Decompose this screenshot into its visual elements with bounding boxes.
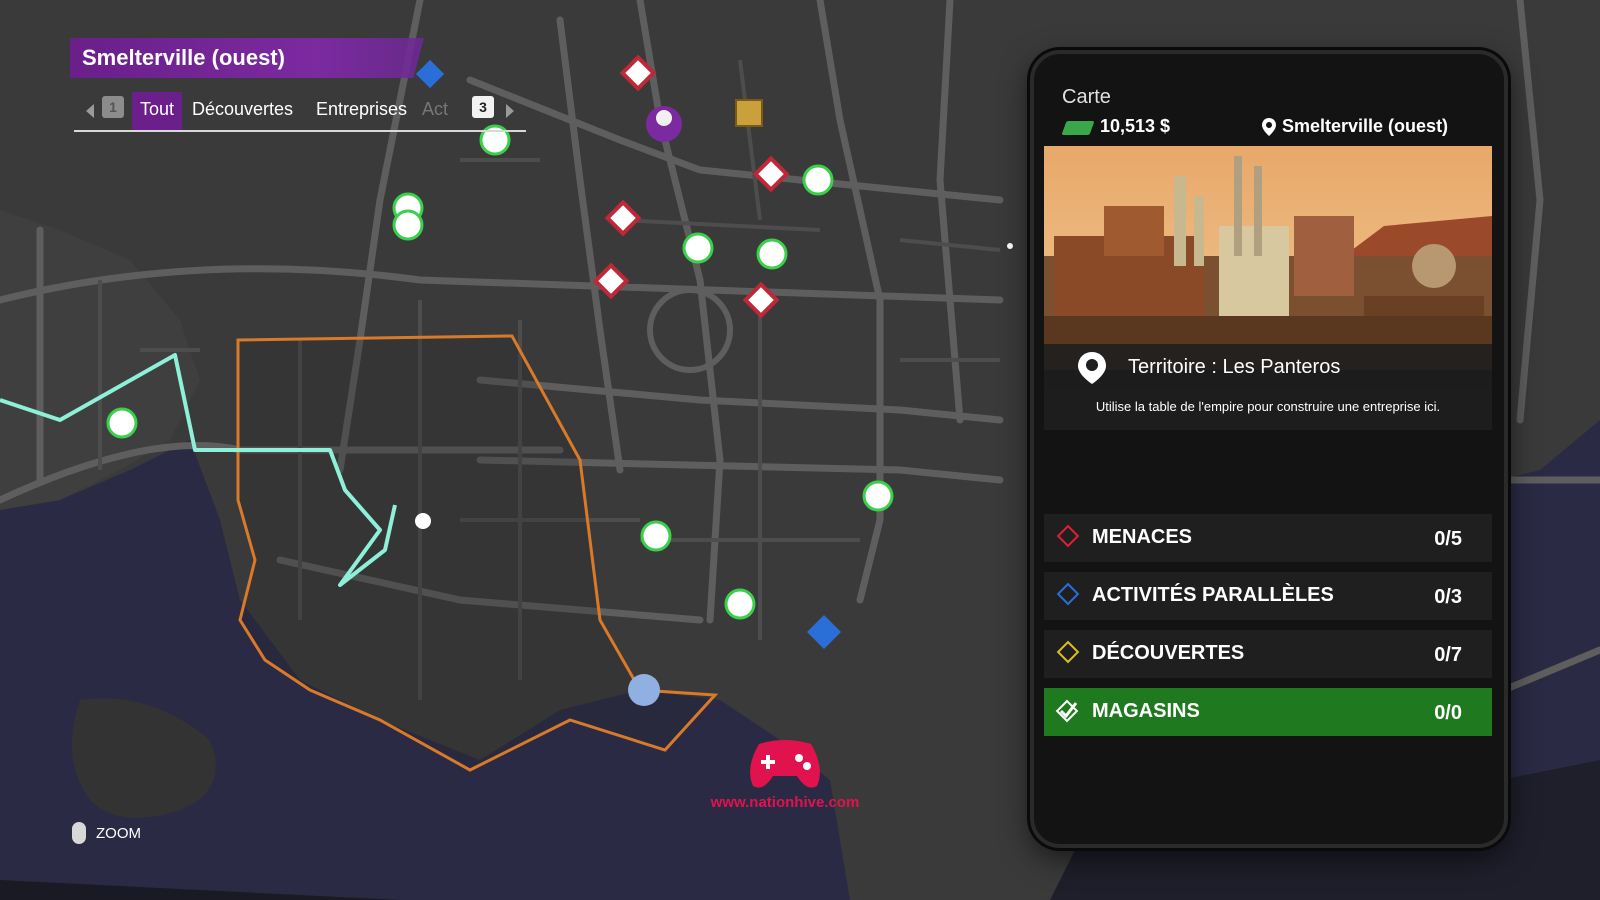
zoom-label: ZOOM [96, 825, 141, 842]
cash-row: 10,513 $ Smelterville (ouest) [1061, 114, 1494, 140]
stat-magasins[interactable]: MAGASINS 0/0 [1044, 688, 1492, 736]
watermark: www.nationhive.com [690, 738, 880, 818]
tab-entreprises[interactable]: Entreprises [308, 92, 415, 130]
blue-diamond-icon [1056, 582, 1080, 606]
panel-title: Carte [1062, 86, 1111, 108]
check-diamond-icon [1055, 699, 1079, 723]
stat-label: ACTIVITÉS PARALLÈLES [1092, 584, 1334, 606]
district-title: Smelterville (ouest) [70, 38, 424, 78]
territory-name: Territoire : Les Panteros [1128, 356, 1341, 378]
yellow-diamond-icon [1056, 640, 1080, 664]
stat-decouvertes[interactable]: DÉCOUVERTES 0/7 [1044, 630, 1492, 678]
territory-description: Utilise la table de l'empire pour constr… [1044, 390, 1492, 430]
stat-label: MENACES [1092, 526, 1193, 548]
tab-tout[interactable]: Tout [132, 92, 183, 130]
location-photo [1044, 146, 1492, 370]
cash-icon [1061, 121, 1095, 135]
red-diamond-icon [1056, 524, 1080, 548]
mouse-icon [72, 822, 86, 844]
tab-activites[interactable]: Act [418, 92, 454, 130]
next-tab-key[interactable]: 3 [472, 96, 494, 118]
stat-value: 0/7 [1434, 644, 1462, 666]
stat-label: DÉCOUVERTES [1092, 642, 1245, 664]
location-pin-icon [1262, 118, 1276, 136]
cash-value: 10,513 $ [1100, 116, 1171, 136]
prev-tab-key[interactable]: 1 [102, 96, 124, 118]
gamepad-logo-icon [750, 740, 820, 788]
stat-value: 0/5 [1434, 528, 1462, 550]
stat-value: 0/3 [1434, 586, 1462, 608]
territory-bar: Territoire : Les Panteros [1044, 344, 1492, 390]
stat-label: MAGASINS [1092, 700, 1200, 722]
tab-prev-arrow-icon[interactable] [86, 104, 94, 118]
tab-decouvertes[interactable]: Découvertes [184, 92, 301, 130]
location-name: Smelterville (ouest) [1282, 116, 1449, 136]
stat-activites-paralleles[interactable]: ACTIVITÉS PARALLÈLES 0/3 [1044, 572, 1492, 620]
info-panel: Carte 10,513 $ Smelterville (ouest) Terr… [1044, 66, 1492, 832]
category-tabs: 1 Tout Découvertes Entreprises Act 3 [74, 92, 526, 132]
stat-menaces[interactable]: MENACES 0/5 [1044, 514, 1492, 562]
tab-next-arrow-icon[interactable] [506, 104, 514, 118]
stat-value: 0/0 [1434, 702, 1462, 724]
watermark-url: www.nationhive.com [710, 794, 860, 811]
territory-pin-icon [1078, 352, 1106, 384]
